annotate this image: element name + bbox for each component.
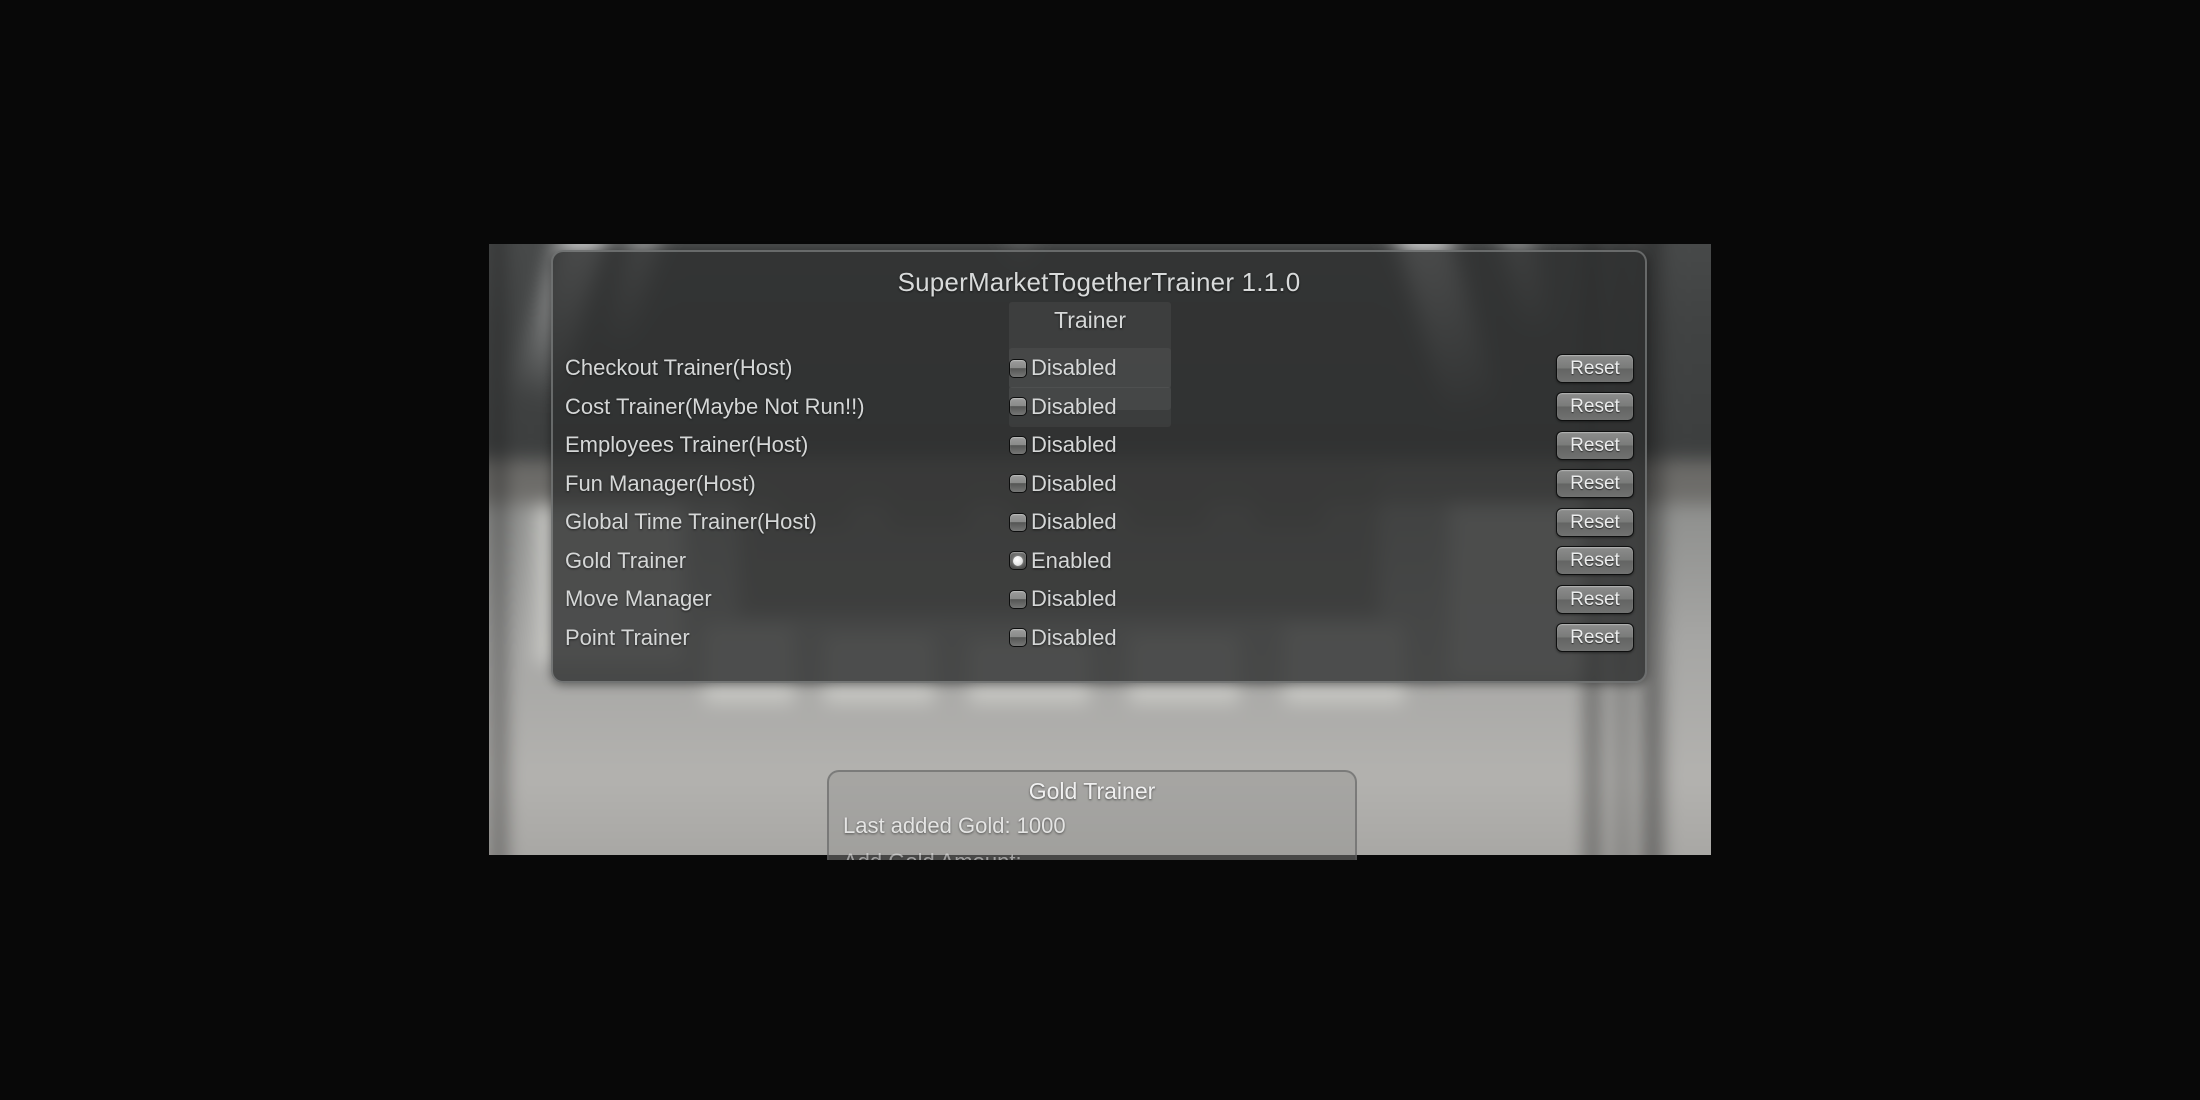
trainer-row: Fun Manager(Host) Disabled Reset — [553, 465, 1645, 504]
checkbox-unchecked-icon[interactable] — [1009, 358, 1027, 378]
trainer-row-toggle-cell[interactable]: Disabled — [995, 586, 1275, 612]
reset-button[interactable]: Reset — [1556, 469, 1634, 499]
letterbox-top — [0, 0, 2200, 244]
gold-amount-label: Add Gold Amount: — [843, 849, 1355, 860]
checkbox-unchecked-icon[interactable] — [1009, 628, 1027, 648]
trainer-row: Employees Trainer(Host) Disabled Reset — [553, 426, 1645, 465]
column-header-row: Trainer — [553, 302, 1645, 410]
trainer-panel: SuperMarketTogetherTrainer 1.1.0 Trainer… — [551, 250, 1647, 683]
background-pillar — [493, 244, 509, 855]
trainer-row-label: Checkout Trainer(Host) — [565, 355, 793, 381]
trainer-row-label: Global Time Trainer(Host) — [565, 509, 817, 535]
trainer-row: Move Manager Disabled Reset — [553, 580, 1645, 619]
trainer-row-state-label: Disabled — [1031, 509, 1117, 535]
trainer-row-state-label: Disabled — [1031, 393, 1117, 419]
gold-last-added-text: Last added Gold: 1000 — [843, 813, 1066, 838]
trainer-row: Gold Trainer Enabled Reset — [553, 542, 1645, 581]
reset-button[interactable]: Reset — [1556, 353, 1634, 383]
reset-button[interactable]: Reset — [1556, 392, 1634, 422]
letterbox-bottom — [0, 855, 2200, 1100]
trainer-row-toggle-cell[interactable]: Enabled — [995, 548, 1275, 574]
trainer-row: Cost Trainer(Maybe Not Run!!) Disabled Res… — [553, 386, 1645, 427]
trainer-row-toggle-cell[interactable]: Disabled — [995, 625, 1275, 651]
trainer-row-label: Fun Manager(Host) — [565, 470, 756, 496]
trainer-row-label: Move Manager — [565, 586, 712, 612]
checkbox-checked-icon[interactable] — [1009, 551, 1027, 571]
trainer-row-state-label: Disabled — [1031, 355, 1117, 381]
trainer-row-toggle-cell[interactable]: Disabled — [995, 509, 1275, 535]
trainer-row-state-label: Disabled — [1031, 470, 1117, 496]
reset-button[interactable]: Reset — [1556, 546, 1634, 576]
trainer-row-state-label: Disabled — [1031, 586, 1117, 612]
trainer-row-label: Employees Trainer(Host) — [565, 432, 809, 458]
checkbox-unchecked-icon[interactable] — [1009, 474, 1027, 494]
reset-button[interactable]: Reset — [1556, 623, 1634, 653]
trainer-row-toggle-cell[interactable]: Disabled — [995, 355, 1275, 381]
checkbox-unchecked-icon[interactable] — [1009, 397, 1027, 417]
trainer-row-toggle-cell[interactable]: Disabled — [995, 394, 1275, 420]
screen: SuperMarketTogetherTrainer 1.1.0 Trainer… — [0, 0, 2200, 1100]
trainer-row-state-label: Enabled — [1031, 547, 1112, 573]
reset-button[interactable]: Reset — [1556, 584, 1634, 614]
trainer-row-label: Point Trainer — [565, 624, 690, 650]
reset-button[interactable]: Reset — [1556, 507, 1634, 537]
column-header-trainer: Trainer — [1054, 307, 1126, 333]
checkbox-unchecked-icon[interactable] — [1009, 512, 1027, 532]
checkbox-unchecked-icon[interactable] — [1009, 435, 1027, 455]
trainer-row-label: Cost Trainer(Maybe Not Run!!) — [565, 393, 865, 419]
reset-button[interactable]: Reset — [1556, 430, 1634, 460]
gold-trainer-panel: Gold Trainer Last added Gold: 1000 Add G… — [827, 770, 1357, 860]
trainer-row-label: Gold Trainer — [565, 547, 687, 573]
checkbox-unchecked-icon[interactable] — [1009, 589, 1027, 609]
trainer-row-list: Checkout Trainer(Host) Disabled Reset Cost … — [553, 348, 1645, 658]
trainer-row-state-label: Disabled — [1031, 624, 1117, 650]
background-pillar — [1645, 244, 1667, 855]
trainer-row: Global Time Trainer(Host) Disabled Reset — [553, 503, 1645, 542]
panel-title: SuperMarketTogetherTrainer 1.1.0 — [897, 267, 1301, 297]
gold-trainer-title: Gold Trainer — [1028, 778, 1156, 804]
trainer-row-state-label: Disabled — [1031, 432, 1117, 458]
trainer-row-toggle-cell[interactable]: Disabled — [995, 471, 1275, 497]
trainer-row: Checkout Trainer(Host) Disabled Reset — [553, 348, 1645, 388]
trainer-row: Point Trainer Disabled Reset — [553, 619, 1645, 658]
trainer-row-toggle-cell[interactable]: Disabled — [995, 432, 1275, 458]
